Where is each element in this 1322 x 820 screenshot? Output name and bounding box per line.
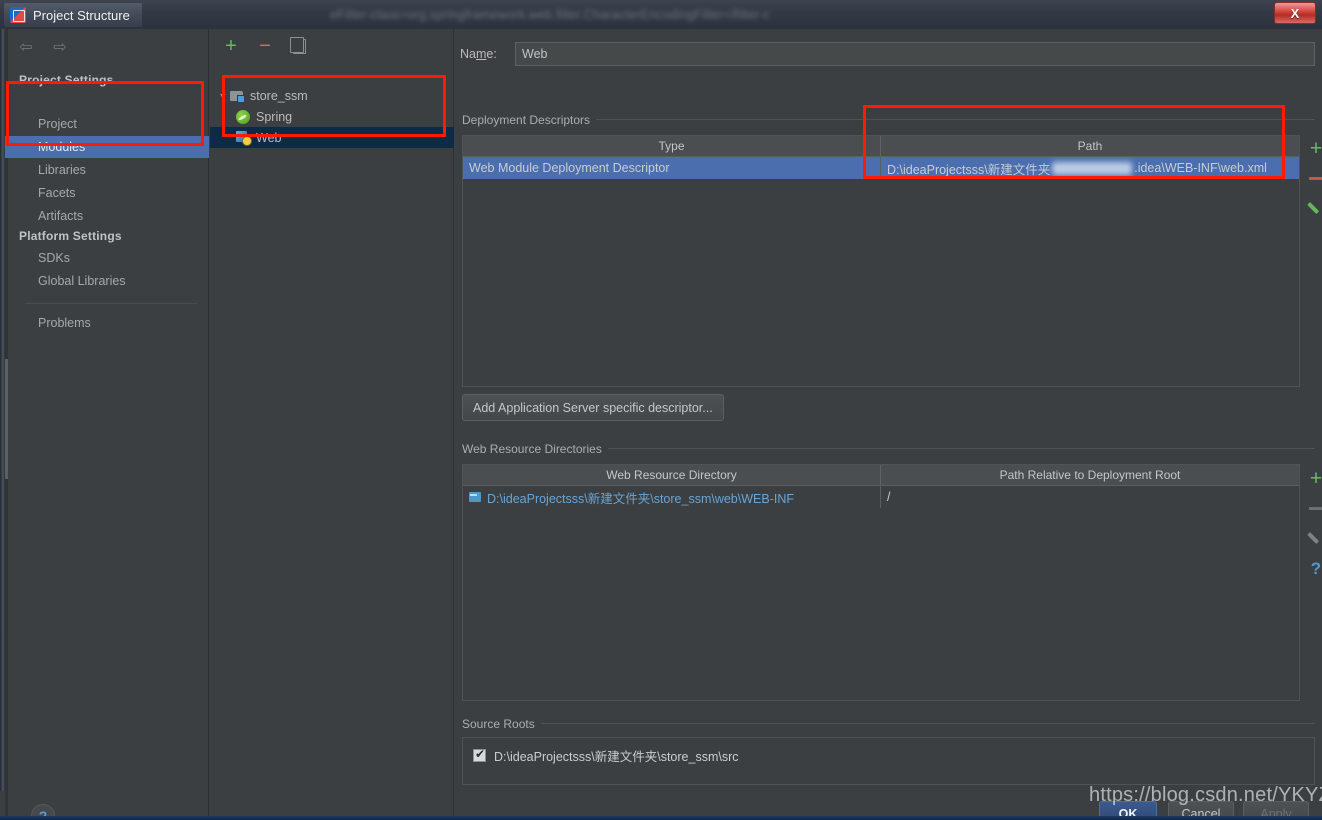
source-root-path: D:\ideaProjectsss\新建文件夹\store_ssm\src <box>494 750 739 764</box>
name-label-mnemonic: m <box>475 47 487 61</box>
chevron-down-icon[interactable]: ▼ <box>216 91 230 101</box>
cell-path: D:\ideaProjectsss\新建文件夹 .idea\WEB-INF\web… <box>880 157 1299 179</box>
edit-web-resource-button <box>1305 527 1322 549</box>
cell-relative-path: / <box>880 486 1299 508</box>
tree-node-store-ssm[interactable]: ▼ store_ssm <box>210 85 454 106</box>
column-header-path[interactable]: Path <box>880 136 1299 156</box>
window-title: Project Structure <box>33 7 130 23</box>
project-structure-window: eFilter-class=org.springframework.web.fi… <box>0 0 1322 820</box>
plus-icon: + <box>1309 466 1322 490</box>
table-header: Web Resource Directory Path Relative to … <box>463 465 1299 486</box>
copy-icon <box>289 36 306 54</box>
minus-icon <box>1309 506 1322 510</box>
deployment-actions: + <box>1303 137 1322 219</box>
sidebar-item-global-libraries[interactable]: Global Libraries <box>5 270 209 292</box>
table-row[interactable]: Web Module Deployment Descriptor D:\idea… <box>463 157 1299 179</box>
tree-node-label: Web <box>256 130 282 145</box>
sidebar-divider <box>25 303 197 304</box>
web-resource-directories-table: Web Resource Directory Path Relative to … <box>462 464 1300 701</box>
add-web-resource-button[interactable]: + <box>1305 467 1322 489</box>
background-window-text: eFilter-class=org.springframework.web.fi… <box>330 8 771 22</box>
web-facet-settings-panel: Name: Deployment Descriptors Type Path W… <box>455 29 1322 820</box>
remove-web-resource-button <box>1305 497 1322 519</box>
table-row[interactable]: D:\ideaProjectsss\新建文件夹\store_ssm\web\WE… <box>463 486 1299 508</box>
sidebar-item-artifacts[interactable]: Artifacts <box>5 205 209 227</box>
module-tree-toolbar: + − <box>220 35 310 57</box>
web-resource-directories-section-title: Web Resource Directories <box>462 442 608 456</box>
name-input[interactable] <box>515 42 1315 66</box>
source-roots-section-title: Source Roots <box>462 717 541 731</box>
web-facet-icon <box>236 131 252 146</box>
remove-module-button[interactable]: − <box>254 35 276 57</box>
add-app-server-descriptor-button[interactable]: Add Application Server specific descript… <box>462 394 724 421</box>
web-resource-actions: + ? <box>1303 467 1322 579</box>
group-header-project-settings: Project Settings <box>19 73 114 87</box>
cell-web-resource-directory: D:\ideaProjectsss\新建文件夹\store_ssm\web\WE… <box>463 486 880 508</box>
tree-node-label: store_ssm <box>250 88 308 103</box>
remove-descriptor-button[interactable] <box>1305 167 1322 189</box>
deployment-descriptors-section-title: Deployment Descriptors <box>462 113 597 127</box>
pencil-icon <box>1308 200 1322 216</box>
name-label-post: e: <box>486 47 497 61</box>
spring-icon <box>236 109 250 124</box>
name-row: Name: <box>460 42 1315 66</box>
sidebar-scrollbar-thumb[interactable] <box>5 359 8 479</box>
source-roots-section-rule <box>462 723 1315 724</box>
sidebar-item-facets[interactable]: Facets <box>5 182 209 204</box>
plus-icon: + <box>225 35 237 57</box>
tree-node-label: Spring <box>256 109 293 124</box>
plus-icon: + <box>1309 136 1322 160</box>
intellij-idea-icon <box>10 7 26 23</box>
column-header-path-relative[interactable]: Path Relative to Deployment Root <box>880 465 1299 485</box>
deployment-descriptors-table: Type Path Web Module Deployment Descript… <box>462 135 1300 387</box>
sidebar-item-sdks[interactable]: SDKs <box>5 247 209 269</box>
copy-module-button[interactable] <box>288 35 310 57</box>
settings-sidebar: ⇦ ⇨ Project Settings Project Modules Lib… <box>5 29 209 820</box>
name-label: Name: <box>460 47 515 61</box>
sidebar-item-problems[interactable]: Problems <box>5 312 209 334</box>
title-bar: eFilter-class=org.springframework.web.fi… <box>0 0 1322 29</box>
tree-node-spring[interactable]: Spring <box>210 106 454 127</box>
directory-icon <box>469 491 482 503</box>
watermark: https://blog.csdn.net/YKYZSYA <box>1089 784 1322 806</box>
group-header-platform-settings: Platform Settings <box>19 229 122 243</box>
question-mark-icon: ? <box>1310 558 1322 578</box>
edit-descriptor-button[interactable] <box>1305 197 1322 219</box>
back-arrow-icon[interactable]: ⇦ <box>15 36 37 58</box>
sidebar-item-libraries[interactable]: Libraries <box>5 159 209 181</box>
redacted-path-segment <box>1052 161 1133 175</box>
taskbar-strip <box>0 816 1322 820</box>
source-roots-list: D:\ideaProjectsss\新建文件夹\store_ssm\src <box>462 737 1315 785</box>
column-header-web-resource-directory[interactable]: Web Resource Directory <box>463 465 880 485</box>
minus-icon <box>1309 176 1322 180</box>
path-prefix: D:\ideaProjectsss\新建文件夹 <box>887 162 1051 177</box>
directory-path: D:\ideaProjectsss\新建文件夹\store_ssm\web\WE… <box>487 491 795 506</box>
module-folder-icon <box>230 90 245 103</box>
web-resource-help-button[interactable]: ? <box>1305 557 1322 579</box>
add-descriptor-button[interactable]: + <box>1305 137 1322 159</box>
sidebar-item-project[interactable]: Project <box>5 113 209 135</box>
table-header: Type Path <box>463 136 1299 157</box>
source-root-checkbox[interactable] <box>473 747 486 762</box>
dialog-body: ⇦ ⇨ Project Settings Project Modules Lib… <box>5 29 1322 820</box>
pencil-icon <box>1308 530 1322 546</box>
tree-node-web[interactable]: Web <box>210 127 454 148</box>
minus-icon: − <box>259 35 271 57</box>
window-title-chip: Project Structure <box>4 3 142 27</box>
source-root-row[interactable]: D:\ideaProjectsss\新建文件夹\store_ssm\src <box>463 738 1314 765</box>
column-header-type[interactable]: Type <box>463 136 880 156</box>
close-window-button[interactable]: X <box>1274 2 1316 24</box>
module-tree-panel: + − ▼ store_ssm Spring Web <box>210 29 454 820</box>
path-suffix: .idea\WEB-INF\web.xml <box>1134 161 1267 175</box>
cell-type: Web Module Deployment Descriptor <box>469 161 670 175</box>
forward-arrow-icon[interactable]: ⇨ <box>49 36 71 58</box>
add-module-button[interactable]: + <box>220 35 242 57</box>
sidebar-item-modules[interactable]: Modules <box>5 136 209 158</box>
name-label-pre: Na <box>460 47 476 61</box>
navigation-arrows: ⇦ ⇨ <box>15 36 71 58</box>
